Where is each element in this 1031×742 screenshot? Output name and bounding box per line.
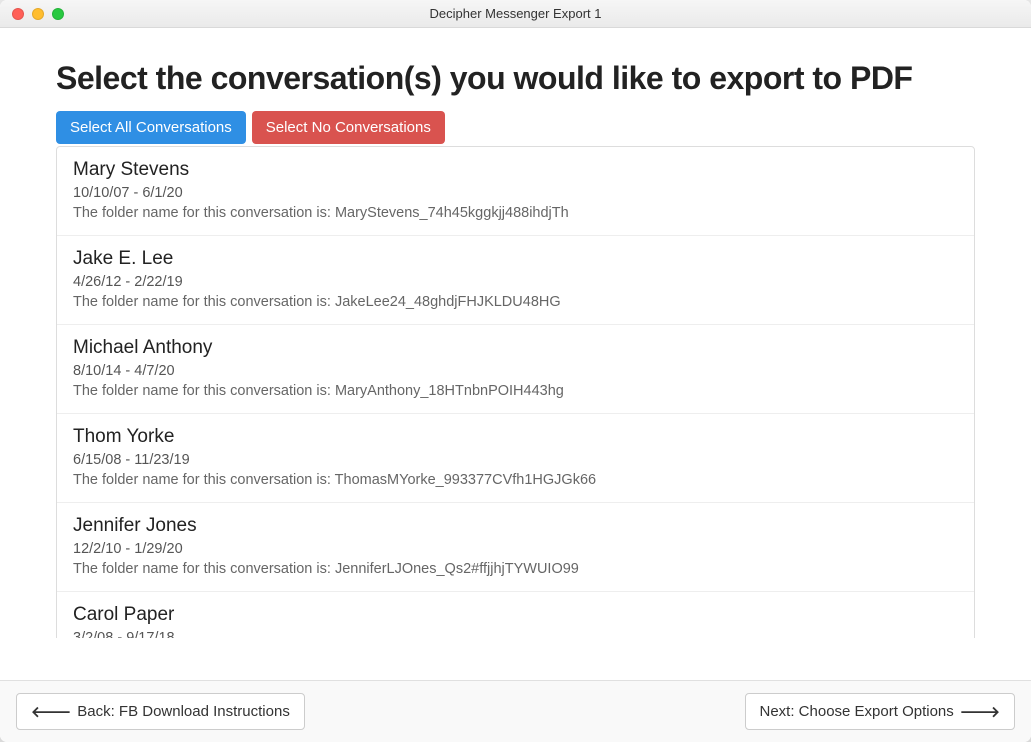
conversation-dates: 10/10/07 - 6/1/20	[73, 185, 958, 201]
next-button[interactable]: Next: Choose Export Options 🡒	[745, 693, 1016, 730]
window-title: Decipher Messenger Export 1	[0, 6, 1031, 21]
folder-value: JenniferLJOnes_Qs2#ffjjhjTYWUIO99	[335, 561, 579, 577]
conversation-name: Carol Paper	[73, 604, 958, 626]
conversation-folder: The folder name for this conversation is…	[73, 561, 958, 577]
conversation-folder: The folder name for this conversation is…	[73, 205, 958, 221]
conversation-item[interactable]: Michael Anthony 8/10/14 - 4/7/20 The fol…	[57, 325, 974, 414]
next-button-label: Next: Choose Export Options	[760, 703, 954, 720]
select-none-button[interactable]: Select No Conversations	[252, 111, 445, 144]
close-icon[interactable]	[12, 8, 24, 20]
arrow-right-icon: 🡒	[960, 702, 1000, 721]
conversation-item[interactable]: Jennifer Jones 12/2/10 - 1/29/20 The fol…	[57, 503, 974, 592]
conversation-name: Jake E. Lee	[73, 248, 958, 270]
conversation-name: Thom Yorke	[73, 426, 958, 448]
select-all-button[interactable]: Select All Conversations	[56, 111, 246, 144]
folder-label: The folder name for this conversation is…	[73, 472, 335, 488]
window-controls	[12, 8, 64, 20]
conversation-item[interactable]: Jake E. Lee 4/26/12 - 2/22/19 The folder…	[57, 236, 974, 325]
conversation-item[interactable]: Carol Paper 3/2/08 - 9/17/18	[57, 592, 974, 638]
conversation-item[interactable]: Mary Stevens 10/10/07 - 6/1/20 The folde…	[57, 147, 974, 236]
main-content: Select the conversation(s) you would lik…	[0, 28, 1031, 680]
conversation-name: Mary Stevens	[73, 159, 958, 181]
titlebar: Decipher Messenger Export 1	[0, 0, 1031, 28]
folder-value: ThomasMYorke_993377CVfh1HGJGk66	[335, 472, 596, 488]
conversation-dates: 3/2/08 - 9/17/18	[73, 630, 958, 638]
conversation-name: Michael Anthony	[73, 337, 958, 359]
folder-label: The folder name for this conversation is…	[73, 205, 335, 221]
footer-nav: 🡐 Back: FB Download Instructions Next: C…	[0, 680, 1031, 742]
conversation-folder: The folder name for this conversation is…	[73, 294, 958, 310]
conversation-folder: The folder name for this conversation is…	[73, 383, 958, 399]
folder-label: The folder name for this conversation is…	[73, 294, 335, 310]
minimize-icon[interactable]	[32, 8, 44, 20]
arrow-left-icon: 🡐	[31, 702, 71, 721]
folder-value: JakeLee24_48ghdjFHJKLDU48HG	[335, 294, 561, 310]
conversation-dates: 12/2/10 - 1/29/20	[73, 541, 958, 557]
conversation-item[interactable]: Thom Yorke 6/15/08 - 11/23/19 The folder…	[57, 414, 974, 503]
folder-label: The folder name for this conversation is…	[73, 383, 335, 399]
conversation-folder: The folder name for this conversation is…	[73, 472, 958, 488]
conversation-list-container: Mary Stevens 10/10/07 - 6/1/20 The folde…	[56, 146, 975, 638]
conversation-dates: 8/10/14 - 4/7/20	[73, 363, 958, 379]
maximize-icon[interactable]	[52, 8, 64, 20]
selection-buttons: Select All Conversations Select No Conve…	[56, 111, 975, 144]
conversation-name: Jennifer Jones	[73, 515, 958, 537]
folder-value: MaryAnthony_18HTnbnPOIH443hg	[335, 383, 564, 399]
folder-label: The folder name for this conversation is…	[73, 561, 335, 577]
app-window: Decipher Messenger Export 1 Select the c…	[0, 0, 1031, 742]
back-button-label: Back: FB Download Instructions	[77, 703, 290, 720]
conversation-dates: 4/26/12 - 2/22/19	[73, 274, 958, 290]
page-title: Select the conversation(s) you would lik…	[56, 60, 975, 97]
conversation-list: Mary Stevens 10/10/07 - 6/1/20 The folde…	[56, 146, 975, 638]
folder-value: MaryStevens_74h45kggkjj488ihdjTh	[335, 205, 569, 221]
conversation-dates: 6/15/08 - 11/23/19	[73, 452, 958, 468]
back-button[interactable]: 🡐 Back: FB Download Instructions	[16, 693, 305, 730]
